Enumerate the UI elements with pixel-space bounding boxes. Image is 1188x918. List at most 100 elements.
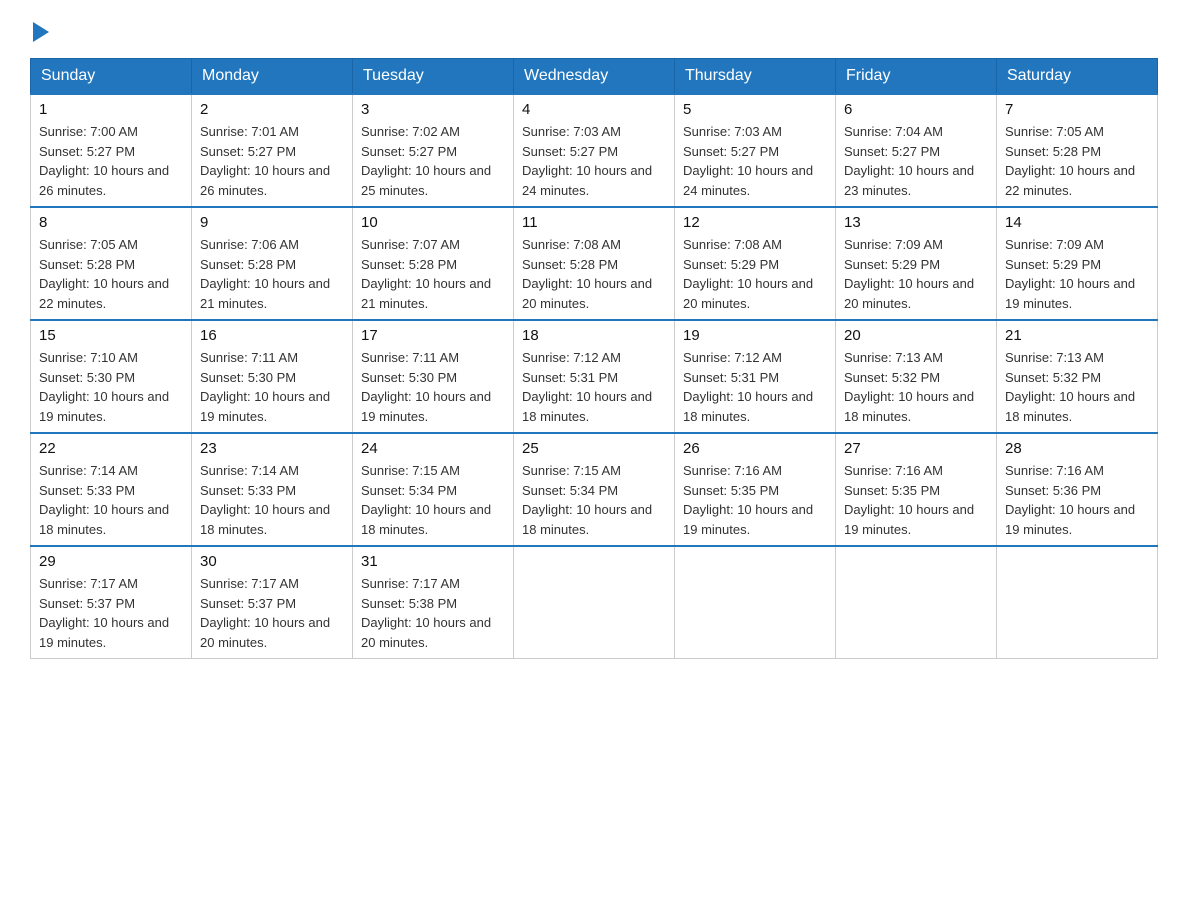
calendar-cell: 31Sunrise: 7:17 AMSunset: 5:38 PMDayligh… — [353, 546, 514, 659]
calendar-week-3: 15 Sunrise: 7:10 AMSunset: 5:30 PMDayligh… — [31, 320, 1158, 433]
calendar-cell: 24Sunrise: 7:15 AMSunset: 5:34 PMDayligh… — [353, 433, 514, 546]
calendar-cell — [836, 546, 997, 659]
calendar-week-5: 29 Sunrise: 7:17 AMSunset: 5:37 PMDayligh… — [31, 546, 1158, 659]
day-number: 10 — [361, 214, 505, 231]
calendar-cell: 17Sunrise: 7:11 AMSunset: 5:30 PMDayligh… — [353, 320, 514, 433]
calendar-week-2: 8 Sunrise: 7:05 AMSunset: 5:28 PMDaylight… — [31, 207, 1158, 320]
day-info: Sunrise: 7:16 AMSunset: 5:36 PMDaylight:… — [1005, 461, 1149, 539]
day-number: 30 — [200, 553, 344, 570]
calendar-cell: 30 Sunrise: 7:17 AMSunset: 5:37 PMDayligh… — [192, 546, 353, 659]
day-info: Sunrise: 7:06 AMSunset: 5:28 PMDaylight:… — [200, 235, 344, 313]
day-info: Sunrise: 7:03 AMSunset: 5:27 PMDaylight:… — [522, 122, 666, 200]
calendar-cell: 3 Sunrise: 7:02 AMSunset: 5:27 PMDaylight… — [353, 94, 514, 207]
day-info: Sunrise: 7:02 AMSunset: 5:27 PMDaylight:… — [361, 122, 505, 200]
day-info: Sunrise: 7:15 AMSunset: 5:34 PMDaylight:… — [522, 461, 666, 539]
day-number: 23 — [200, 440, 344, 457]
day-info: Sunrise: 7:12 AMSunset: 5:31 PMDaylight:… — [683, 348, 827, 426]
day-number: 19 — [683, 327, 827, 344]
day-info: Sunrise: 7:13 AMSunset: 5:32 PMDaylight:… — [1005, 348, 1149, 426]
calendar-cell: 2 Sunrise: 7:01 AMSunset: 5:27 PMDaylight… — [192, 94, 353, 207]
day-info: Sunrise: 7:03 AMSunset: 5:27 PMDaylight:… — [683, 122, 827, 200]
day-number: 8 — [39, 214, 183, 231]
header-friday: Friday — [836, 59, 997, 95]
calendar-cell: 20 Sunrise: 7:13 AMSunset: 5:32 PMDayligh… — [836, 320, 997, 433]
calendar-cell: 19 Sunrise: 7:12 AMSunset: 5:31 PMDayligh… — [675, 320, 836, 433]
calendar-cell: 4 Sunrise: 7:03 AMSunset: 5:27 PMDaylight… — [514, 94, 675, 207]
day-info: Sunrise: 7:16 AMSunset: 5:35 PMDaylight:… — [683, 461, 827, 539]
calendar-cell: 1 Sunrise: 7:00 AMSunset: 5:27 PMDaylight… — [31, 94, 192, 207]
day-info: Sunrise: 7:08 AMSunset: 5:28 PMDaylight:… — [522, 235, 666, 313]
logo — [30, 20, 49, 42]
calendar-cell: 7 Sunrise: 7:05 AMSunset: 5:28 PMDaylight… — [997, 94, 1158, 207]
day-number: 7 — [1005, 101, 1149, 118]
day-info: Sunrise: 7:01 AMSunset: 5:27 PMDaylight:… — [200, 122, 344, 200]
day-number: 2 — [200, 101, 344, 118]
calendar-cell: 16Sunrise: 7:11 AMSunset: 5:30 PMDayligh… — [192, 320, 353, 433]
day-number: 1 — [39, 101, 183, 118]
calendar-cell: 13 Sunrise: 7:09 AMSunset: 5:29 PMDayligh… — [836, 207, 997, 320]
day-info: Sunrise: 7:13 AMSunset: 5:32 PMDaylight:… — [844, 348, 988, 426]
calendar-cell: 29 Sunrise: 7:17 AMSunset: 5:37 PMDayligh… — [31, 546, 192, 659]
day-info: Sunrise: 7:12 AMSunset: 5:31 PMDaylight:… — [522, 348, 666, 426]
day-info: Sunrise: 7:05 AMSunset: 5:28 PMDaylight:… — [39, 235, 183, 313]
day-info: Sunrise: 7:17 AMSunset: 5:37 PMDaylight:… — [39, 574, 183, 652]
day-number: 4 — [522, 101, 666, 118]
calendar-cell: 8 Sunrise: 7:05 AMSunset: 5:28 PMDaylight… — [31, 207, 192, 320]
day-number: 26 — [683, 440, 827, 457]
calendar-cell: 27 Sunrise: 7:16 AMSunset: 5:35 PMDayligh… — [836, 433, 997, 546]
day-number: 31 — [361, 553, 505, 570]
day-info: Sunrise: 7:16 AMSunset: 5:35 PMDaylight:… — [844, 461, 988, 539]
calendar-cell — [997, 546, 1158, 659]
calendar-cell: 18 Sunrise: 7:12 AMSunset: 5:31 PMDayligh… — [514, 320, 675, 433]
day-number: 24 — [361, 440, 505, 457]
day-number: 14 — [1005, 214, 1149, 231]
day-number: 28 — [1005, 440, 1149, 457]
calendar-cell: 10 Sunrise: 7:07 AMSunset: 5:28 PMDayligh… — [353, 207, 514, 320]
day-number: 6 — [844, 101, 988, 118]
calendar-cell: 23Sunrise: 7:14 AMSunset: 5:33 PMDayligh… — [192, 433, 353, 546]
calendar-cell: 25 Sunrise: 7:15 AMSunset: 5:34 PMDayligh… — [514, 433, 675, 546]
calendar-header-row: SundayMondayTuesdayWednesdayThursdayFrid… — [31, 59, 1158, 95]
day-number: 15 — [39, 327, 183, 344]
day-info: Sunrise: 7:09 AMSunset: 5:29 PMDaylight:… — [844, 235, 988, 313]
calendar-cell: 5 Sunrise: 7:03 AMSunset: 5:27 PMDaylight… — [675, 94, 836, 207]
day-number: 25 — [522, 440, 666, 457]
calendar-cell — [675, 546, 836, 659]
day-info: Sunrise: 7:00 AMSunset: 5:27 PMDaylight:… — [39, 122, 183, 200]
day-number: 13 — [844, 214, 988, 231]
day-info: Sunrise: 7:14 AMSunset: 5:33 PMDaylight:… — [39, 461, 183, 539]
day-info: Sunrise: 7:10 AMSunset: 5:30 PMDaylight:… — [39, 348, 183, 426]
calendar-table: SundayMondayTuesdayWednesdayThursdayFrid… — [30, 58, 1158, 659]
header-sunday: Sunday — [31, 59, 192, 95]
calendar-cell — [514, 546, 675, 659]
day-info: Sunrise: 7:09 AMSunset: 5:29 PMDaylight:… — [1005, 235, 1149, 313]
day-number: 12 — [683, 214, 827, 231]
calendar-cell: 22Sunrise: 7:14 AMSunset: 5:33 PMDayligh… — [31, 433, 192, 546]
calendar-cell: 28 Sunrise: 7:16 AMSunset: 5:36 PMDayligh… — [997, 433, 1158, 546]
day-number: 20 — [844, 327, 988, 344]
calendar-cell: 9 Sunrise: 7:06 AMSunset: 5:28 PMDaylight… — [192, 207, 353, 320]
header-thursday: Thursday — [675, 59, 836, 95]
calendar-week-4: 22Sunrise: 7:14 AMSunset: 5:33 PMDayligh… — [31, 433, 1158, 546]
calendar-cell: 14 Sunrise: 7:09 AMSunset: 5:29 PMDayligh… — [997, 207, 1158, 320]
day-info: Sunrise: 7:17 AMSunset: 5:37 PMDaylight:… — [200, 574, 344, 652]
day-number: 3 — [361, 101, 505, 118]
day-number: 9 — [200, 214, 344, 231]
day-number: 29 — [39, 553, 183, 570]
day-info: Sunrise: 7:04 AMSunset: 5:27 PMDaylight:… — [844, 122, 988, 200]
calendar-cell: 26 Sunrise: 7:16 AMSunset: 5:35 PMDayligh… — [675, 433, 836, 546]
header-tuesday: Tuesday — [353, 59, 514, 95]
day-info: Sunrise: 7:07 AMSunset: 5:28 PMDaylight:… — [361, 235, 505, 313]
day-info: Sunrise: 7:05 AMSunset: 5:28 PMDaylight:… — [1005, 122, 1149, 200]
calendar-cell: 15 Sunrise: 7:10 AMSunset: 5:30 PMDayligh… — [31, 320, 192, 433]
header-wednesday: Wednesday — [514, 59, 675, 95]
calendar-cell: 21Sunrise: 7:13 AMSunset: 5:32 PMDayligh… — [997, 320, 1158, 433]
day-info: Sunrise: 7:11 AMSunset: 5:30 PMDaylight:… — [200, 348, 344, 426]
calendar-cell: 11Sunrise: 7:08 AMSunset: 5:28 PMDayligh… — [514, 207, 675, 320]
header-saturday: Saturday — [997, 59, 1158, 95]
day-number: 27 — [844, 440, 988, 457]
header-monday: Monday — [192, 59, 353, 95]
day-number: 5 — [683, 101, 827, 118]
day-number: 18 — [522, 327, 666, 344]
calendar-cell: 12Sunrise: 7:08 AMSunset: 5:29 PMDayligh… — [675, 207, 836, 320]
